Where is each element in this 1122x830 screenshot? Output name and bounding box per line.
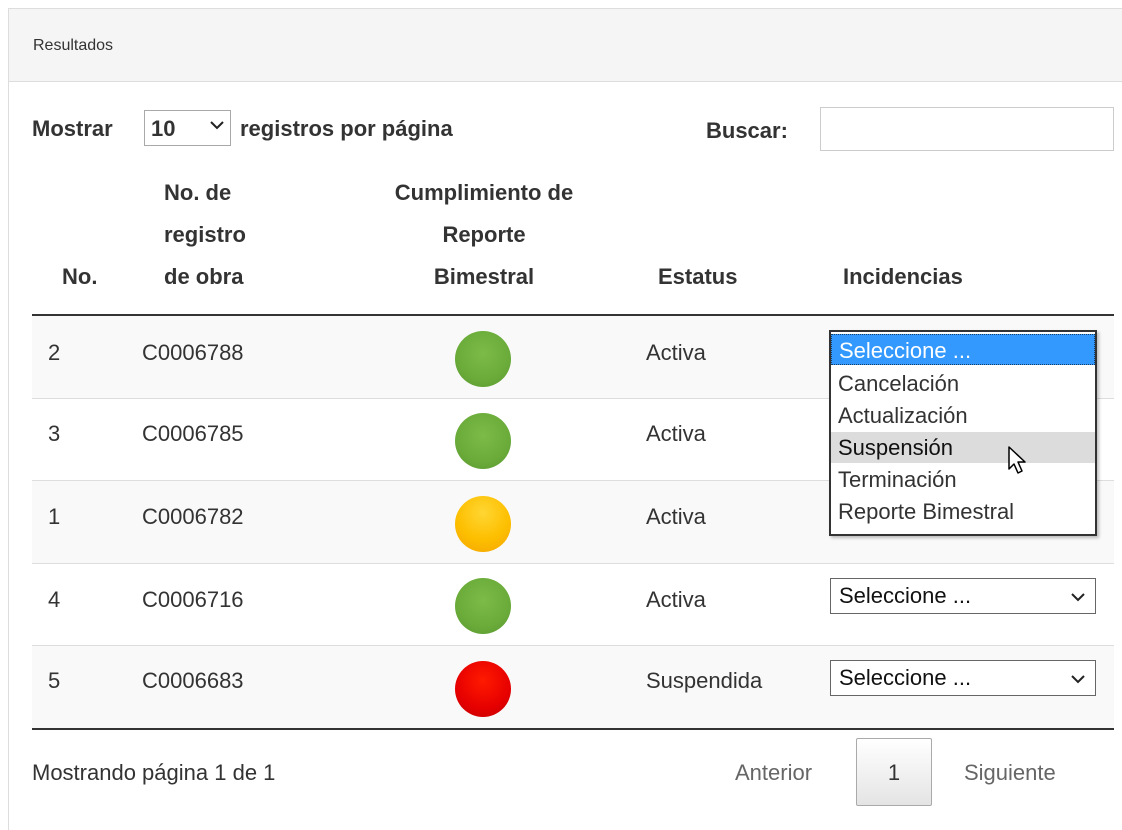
panel-title: Resultados: [33, 37, 114, 54]
table-row: 5 C0006683 Suspendida Seleccione ...: [32, 646, 1114, 729]
search-label: Buscar:: [706, 118, 788, 143]
pagination-next[interactable]: Siguiente: [964, 760, 1056, 786]
cell-no: 3: [48, 421, 61, 446]
header-cumplimiento-line2: Reporte: [442, 222, 526, 247]
pagination-previous[interactable]: Anterior: [735, 760, 812, 786]
status-indicator-yellow: [455, 496, 511, 552]
pagination-page-1[interactable]: 1: [856, 738, 932, 806]
header-no: No.: [62, 264, 98, 289]
header-registro-line2: registro: [164, 222, 246, 247]
chevron-down-icon: [1071, 593, 1085, 602]
pagination-page-label: 1: [887, 760, 901, 785]
status-indicator-red: [455, 661, 511, 717]
mouse-cursor-icon: [1008, 446, 1026, 474]
header-cumplimiento-line3: Bimestral: [433, 264, 535, 289]
cell-registro: C0006782: [142, 504, 244, 529]
dropdown-option-actualizacion[interactable]: Actualización: [831, 400, 1095, 431]
incidencias-select[interactable]: Seleccione ...: [830, 660, 1096, 696]
table-bottom-rule: [32, 728, 1114, 730]
cell-no: 1: [48, 504, 61, 529]
cell-registro: C0006788: [142, 340, 244, 365]
search-input[interactable]: [820, 107, 1114, 151]
cell-estatus: Activa: [646, 587, 706, 612]
page-length-value: 10: [151, 116, 176, 141]
incidencias-dropdown-list[interactable]: Seleccione ... Cancelación Actualización…: [829, 330, 1097, 536]
dropdown-option-terminacion[interactable]: Terminación: [831, 464, 1095, 495]
show-label: Mostrar: [32, 116, 113, 141]
incidencias-select-value: Seleccione ...: [839, 665, 972, 690]
panel-heading: Resultados: [9, 9, 1122, 82]
cell-registro: C0006683: [142, 668, 244, 693]
per-page-label: registros por página: [240, 116, 453, 141]
cell-estatus: Activa: [646, 421, 706, 446]
cell-no: 5: [48, 668, 61, 693]
dropdown-option-cancelacion[interactable]: Cancelación: [831, 368, 1095, 399]
chevron-down-icon: [1071, 675, 1085, 684]
header-incidencias: Incidencias: [843, 264, 963, 289]
dropdown-option-seleccione[interactable]: Seleccione ...: [831, 334, 1095, 365]
status-indicator-green: [455, 413, 511, 469]
table-info: Mostrando página 1 de 1: [32, 760, 276, 785]
incidencias-select-value: Seleccione ...: [839, 583, 972, 608]
status-indicator-green: [455, 331, 511, 387]
cell-estatus: Activa: [646, 340, 706, 365]
cell-registro: C0006716: [142, 587, 244, 612]
cell-no: 4: [48, 587, 61, 612]
header-registro-line3: de obra: [164, 264, 244, 289]
dropdown-option-reporte-bimestral[interactable]: Reporte Bimestral: [831, 496, 1095, 527]
cell-no: 2: [48, 340, 61, 365]
table-row: 4 C0006716 Activa Seleccione ...: [32, 564, 1114, 646]
page-length-select[interactable]: 10: [144, 110, 231, 146]
cell-estatus: Activa: [646, 504, 706, 529]
cell-registro: C0006785: [142, 421, 244, 446]
cell-estatus: Suspendida: [646, 668, 763, 693]
header-cumplimiento-line1: Cumplimiento de: [394, 180, 574, 205]
incidencias-select[interactable]: Seleccione ...: [830, 578, 1096, 614]
header-registro-line1: No. de: [164, 180, 232, 205]
status-indicator-green: [455, 578, 511, 634]
dropdown-option-suspension[interactable]: Suspensión: [831, 432, 1095, 463]
header-estatus: Estatus: [658, 264, 738, 289]
chevron-down-icon: [210, 121, 224, 130]
